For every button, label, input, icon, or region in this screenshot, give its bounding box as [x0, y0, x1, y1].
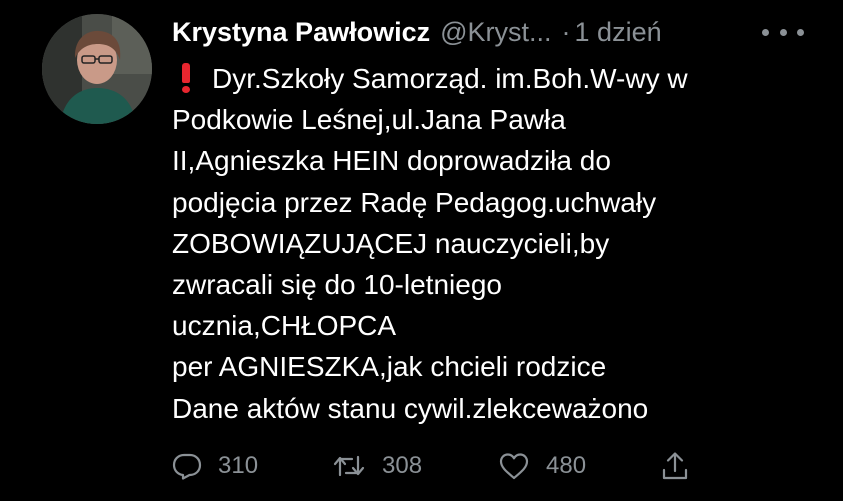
share-icon — [660, 450, 690, 482]
tweet-line: Dane aktów stanu cywil.zlekceważono — [172, 392, 649, 424]
tweet-line: zwracali się do 10-letniego — [172, 269, 502, 301]
like-count: 480 — [546, 452, 587, 479]
exclamation-icon — [180, 62, 192, 93]
reply-button[interactable]: 310 — [172, 446, 258, 486]
share-button[interactable] — [660, 446, 690, 486]
tweet-line: ZOBOWIĄZUJĄCEJ nauczycieli,by — [172, 227, 610, 259]
timestamp[interactable]: 1 dzień — [575, 12, 662, 52]
tweet-line-text: Dyr.Szkoły Samorząd. im.Boh.W-wy w — [212, 63, 688, 94]
tweet-line: Dyr.Szkoły Samorząd. im.Boh.W-wy w — [172, 58, 812, 99]
tweet-line: podjęcia przez Radę Pedagog.uchwały — [172, 186, 657, 218]
tweet-line: ucznia,CHŁOPCA — [172, 310, 397, 342]
author-handle[interactable]: @Kryst... — [440, 12, 551, 52]
like-button[interactable]: 480 — [498, 446, 586, 486]
author-name[interactable]: Krystyna Pawłowicz — [172, 12, 430, 52]
retweet-count: 308 — [382, 452, 423, 479]
action-bar: 310 308 480 — [172, 446, 712, 486]
separator-dot: · — [561, 17, 571, 47]
retweet-icon — [332, 451, 366, 481]
reply-count: 310 — [218, 452, 259, 479]
tweet-text: Dyr.Szkoły Samorząd. im.Boh.W-wy w Podko… — [172, 58, 812, 429]
more-options-icon[interactable] — [762, 20, 804, 44]
tweet[interactable]: Krystyna Pawłowicz @Kryst... · 1 dzień D… — [0, 0, 843, 501]
more-dot — [762, 28, 769, 36]
tweet-line: Podkowie Leśnej,ul.Jana Pawła — [172, 104, 566, 136]
tweet-header: Krystyna Pawłowicz @Kryst... · 1 dzień — [172, 12, 662, 52]
tweet-line: II,Agnieszka HEIN doprowadziła do — [172, 145, 611, 177]
heart-icon — [498, 451, 530, 481]
more-dot — [779, 28, 787, 36]
avatar[interactable] — [42, 14, 152, 124]
more-dot — [797, 28, 804, 36]
tweet-line: per AGNIESZKA,jak chcieli rodzice — [172, 351, 607, 383]
retweet-button[interactable]: 308 — [332, 446, 422, 486]
reply-icon — [172, 451, 202, 481]
